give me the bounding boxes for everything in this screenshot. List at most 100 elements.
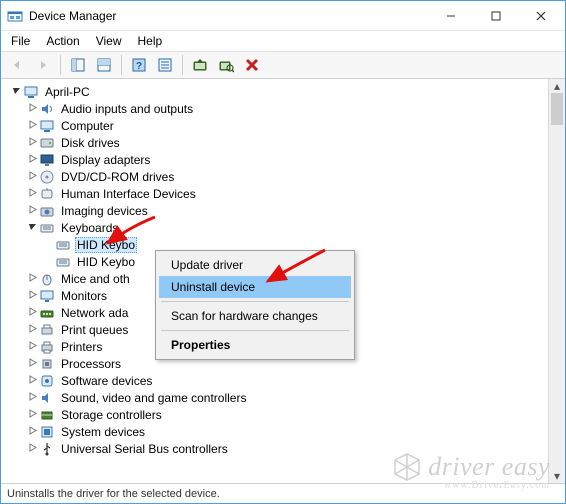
minimize-button[interactable] bbox=[428, 2, 473, 30]
app-icon bbox=[7, 8, 23, 24]
expand-toggle-icon[interactable] bbox=[25, 392, 39, 404]
hid-icon bbox=[39, 186, 55, 202]
toolbar-sep bbox=[182, 55, 183, 75]
computerRoot-icon bbox=[23, 84, 39, 100]
back-button[interactable] bbox=[5, 53, 29, 77]
tree-item-label: Print queues bbox=[59, 323, 130, 337]
menu-file[interactable]: File bbox=[3, 32, 38, 50]
monitor-icon bbox=[39, 288, 55, 304]
audio-icon bbox=[39, 101, 55, 117]
tree-category[interactable]: Display adapters bbox=[7, 151, 548, 168]
context-item[interactable]: Update driver bbox=[159, 254, 351, 276]
tree-category[interactable]: Sound, video and game controllers bbox=[7, 389, 548, 406]
tree-category[interactable]: Universal Serial Bus controllers bbox=[7, 440, 548, 457]
context-item[interactable]: Scan for hardware changes bbox=[159, 305, 351, 327]
expand-toggle-icon[interactable] bbox=[25, 171, 39, 183]
menu-help[interactable]: Help bbox=[130, 32, 171, 50]
window-title: Device Manager bbox=[29, 9, 428, 23]
tree-item-label: Storage controllers bbox=[59, 408, 164, 422]
tree-item-label: Display adapters bbox=[59, 153, 152, 167]
tree-category[interactable]: Computer bbox=[7, 117, 548, 134]
tree-item-label: Network ada bbox=[59, 306, 130, 320]
tree-category[interactable]: Human Interface Devices bbox=[7, 185, 548, 202]
show-hide-pane-button[interactable] bbox=[66, 53, 90, 77]
expand-toggle-icon[interactable] bbox=[25, 341, 39, 353]
titlebar: Device Manager bbox=[1, 1, 565, 31]
vertical-scrollbar[interactable]: ▴ ▾ bbox=[548, 79, 565, 483]
printer-icon bbox=[39, 339, 55, 355]
network-icon bbox=[39, 305, 55, 321]
tree-category[interactable]: Audio inputs and outputs bbox=[7, 100, 548, 117]
printq-icon bbox=[39, 322, 55, 338]
tree-category[interactable]: Storage controllers bbox=[7, 406, 548, 423]
toolbar-sep bbox=[60, 55, 61, 75]
context-sep bbox=[161, 301, 349, 302]
keyboard-icon bbox=[55, 237, 71, 253]
scan-hardware-button[interactable] bbox=[214, 53, 238, 77]
uninstall-button[interactable] bbox=[240, 53, 264, 77]
tree-category[interactable]: Imaging devices bbox=[7, 202, 548, 219]
maximize-button[interactable] bbox=[473, 2, 518, 30]
scroll-up-button[interactable]: ▴ bbox=[549, 79, 565, 93]
computer-icon bbox=[39, 118, 55, 134]
expand-toggle-icon[interactable] bbox=[25, 103, 39, 115]
expand-toggle-icon[interactable] bbox=[25, 426, 39, 438]
tree-item-label: Human Interface Devices bbox=[59, 187, 198, 201]
tree-item-label: Audio inputs and outputs bbox=[59, 102, 195, 116]
expand-toggle-icon[interactable] bbox=[25, 137, 39, 149]
menubar: File Action View Help bbox=[1, 31, 565, 51]
soft-icon bbox=[39, 373, 55, 389]
scroll-thumb[interactable] bbox=[551, 93, 563, 125]
expand-toggle-icon[interactable] bbox=[25, 222, 39, 234]
tree-item-label: Processors bbox=[59, 357, 123, 371]
context-item[interactable]: Uninstall device bbox=[159, 276, 351, 298]
tree-item-label: DVD/CD-ROM drives bbox=[59, 170, 176, 184]
properties-pane-button[interactable] bbox=[92, 53, 116, 77]
menu-action[interactable]: Action bbox=[38, 32, 87, 50]
expand-toggle-icon[interactable] bbox=[25, 358, 39, 370]
forward-button[interactable] bbox=[31, 53, 55, 77]
tree-item-label: Imaging devices bbox=[59, 204, 150, 218]
expand-toggle-icon[interactable] bbox=[25, 375, 39, 387]
tree-category[interactable]: DVD/CD-ROM drives bbox=[7, 168, 548, 185]
expand-toggle-icon[interactable] bbox=[25, 188, 39, 200]
context-sep bbox=[161, 330, 349, 331]
tree-item-label: HID Keybo bbox=[75, 255, 137, 269]
tree-category[interactable]: System devices bbox=[7, 423, 548, 440]
scroll-down-button[interactable]: ▾ bbox=[549, 469, 565, 483]
tree-item-label: Printers bbox=[59, 340, 104, 354]
tree-item-label: Computer bbox=[59, 119, 116, 133]
dvd-icon bbox=[39, 169, 55, 185]
expand-toggle-icon[interactable] bbox=[25, 307, 39, 319]
tree-category[interactable]: Software devices bbox=[7, 372, 548, 389]
expand-toggle-icon[interactable] bbox=[25, 120, 39, 132]
expand-toggle-icon[interactable] bbox=[25, 324, 39, 336]
expand-toggle-icon[interactable] bbox=[25, 443, 39, 455]
tree-category[interactable]: Keyboards bbox=[7, 219, 548, 236]
expand-toggle-icon[interactable] bbox=[25, 205, 39, 217]
update-driver-button[interactable] bbox=[188, 53, 212, 77]
status-text: Uninstalls the driver for the selected d… bbox=[7, 488, 220, 500]
expand-toggle-icon[interactable] bbox=[25, 409, 39, 421]
toolbar: ? bbox=[1, 51, 565, 79]
help-button[interactable]: ? bbox=[127, 53, 151, 77]
disk-icon bbox=[39, 135, 55, 151]
menu-view[interactable]: View bbox=[88, 32, 130, 50]
expand-toggle-icon[interactable] bbox=[25, 273, 39, 285]
context-menu: Update driverUninstall device Scan for ha… bbox=[155, 250, 355, 360]
usb-icon bbox=[39, 441, 55, 457]
tree-item-label: Mice and oth bbox=[59, 272, 132, 286]
tree-category[interactable]: Disk drives bbox=[7, 134, 548, 151]
expand-toggle-icon[interactable] bbox=[25, 290, 39, 302]
keyboard-icon bbox=[39, 220, 55, 236]
tree-item-label: Disk drives bbox=[59, 136, 122, 150]
tree-root[interactable]: April-PC bbox=[7, 83, 548, 100]
tree-item-label: Universal Serial Bus controllers bbox=[59, 442, 230, 456]
expand-toggle-icon[interactable] bbox=[25, 154, 39, 166]
tree-item-label: Software devices bbox=[59, 374, 154, 388]
properties-button[interactable] bbox=[153, 53, 177, 77]
keyboard-icon bbox=[55, 254, 71, 270]
context-item[interactable]: Properties bbox=[159, 334, 351, 356]
close-button[interactable] bbox=[518, 2, 563, 30]
expand-toggle-icon[interactable] bbox=[9, 86, 23, 98]
